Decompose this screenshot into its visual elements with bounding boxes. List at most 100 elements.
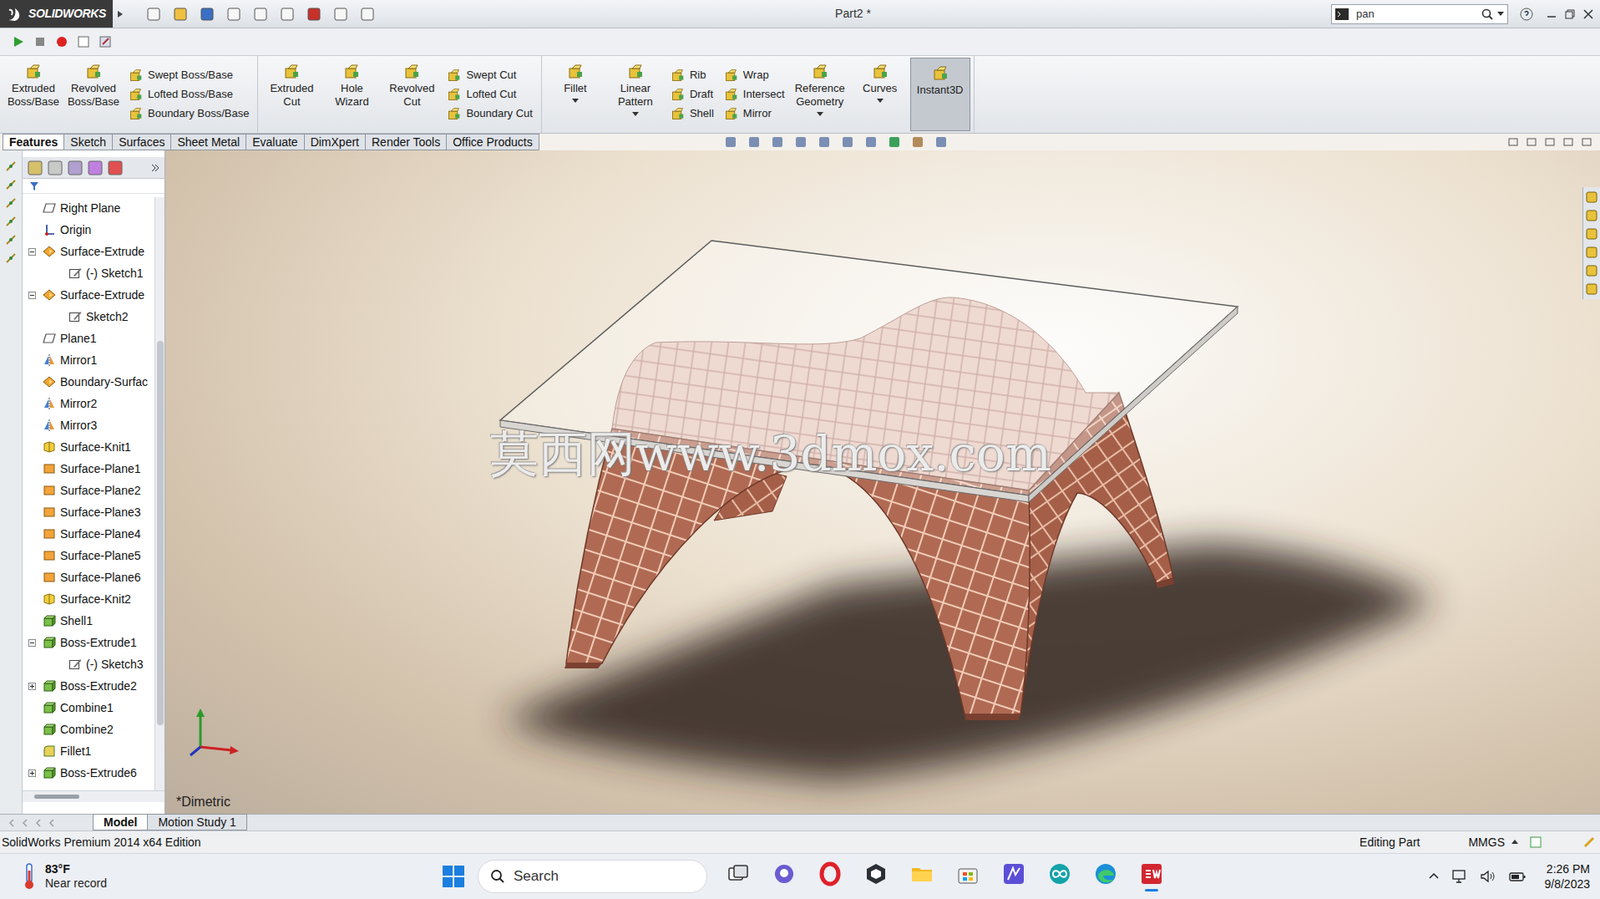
command-button[interactable]: Draft xyxy=(670,87,714,102)
first-tab-icon[interactable] xyxy=(6,817,17,828)
weather-widget[interactable]: 83°FNear record xyxy=(0,861,441,891)
tree-item[interactable]: Surface-Plane2 xyxy=(22,479,155,502)
zoom-area-icon[interactable] xyxy=(748,136,760,148)
command-tab[interactable]: Sketch xyxy=(63,133,113,151)
command-button[interactable]: Revolved Cut xyxy=(381,55,442,133)
tree-item[interactable]: Combine2 xyxy=(22,718,155,740)
vertical-scrollbar[interactable] xyxy=(154,197,165,790)
tree-item[interactable]: Surface-Extrude xyxy=(22,240,155,263)
next-tab-icon[interactable] xyxy=(33,817,44,828)
network-icon[interactable] xyxy=(1451,868,1469,884)
taskbar-app[interactable] xyxy=(771,860,797,892)
tree-item[interactable]: Boundary-Surfac xyxy=(22,370,155,393)
app-icon[interactable] xyxy=(1001,860,1027,887)
horizontal-scrollbar[interactable] xyxy=(22,789,165,802)
new-macro-icon[interactable] xyxy=(76,35,91,49)
command-button[interactable]: Wrap xyxy=(724,68,785,83)
file-properties-icon[interactable] xyxy=(333,6,349,22)
command-button[interactable]: Mirror xyxy=(724,106,785,122)
file-explorer-icon[interactable] xyxy=(1584,227,1599,241)
tree-item[interactable]: Right Plane xyxy=(22,197,155,219)
command-button[interactable]: Lofted Cut xyxy=(446,87,533,102)
tree-item[interactable]: Boss-Extrude6 xyxy=(22,761,155,784)
close-icon[interactable] xyxy=(1583,9,1594,20)
command-button[interactable]: Extruded Cut xyxy=(261,55,322,133)
view-orientation-icon[interactable] xyxy=(818,136,831,148)
custom-properties-icon[interactable] xyxy=(1584,282,1599,296)
previous-tab-icon[interactable] xyxy=(20,817,31,828)
taskbar-app[interactable] xyxy=(955,860,981,892)
command-button[interactable]: Fillet xyxy=(545,55,606,133)
property-manager-icon[interactable] xyxy=(47,160,63,176)
command-button[interactable]: Shell xyxy=(670,106,714,122)
menu-arrow-icon[interactable] xyxy=(116,10,125,19)
command-button[interactable]: Lofted Boss/Base xyxy=(128,87,249,102)
feature-icon[interactable] xyxy=(5,252,17,264)
status-help-icon[interactable] xyxy=(1529,835,1542,848)
feature-tree-icon[interactable] xyxy=(27,160,43,176)
edit-macro-icon[interactable] xyxy=(98,35,112,49)
display-manager-icon[interactable] xyxy=(107,160,123,176)
doc-minimize-icon[interactable] xyxy=(1544,136,1555,147)
view-settings-icon[interactable] xyxy=(935,136,947,148)
search-box[interactable]: pan xyxy=(1331,4,1509,25)
tree-item[interactable]: Boss-Extrude2 xyxy=(22,674,155,697)
smart-dimension-icon[interactable] xyxy=(5,160,17,173)
save-icon[interactable] xyxy=(199,6,215,22)
display-style-icon[interactable] xyxy=(841,136,854,148)
tree-item[interactable]: Plane1 xyxy=(22,327,155,350)
arduino-icon[interactable] xyxy=(1047,860,1073,887)
battery-icon[interactable] xyxy=(1508,868,1527,884)
last-tab-icon[interactable] xyxy=(46,817,57,828)
taskbar-app[interactable] xyxy=(1001,860,1027,892)
undo-icon[interactable] xyxy=(253,6,269,22)
command-button[interactable]: Boundary Cut xyxy=(446,106,533,122)
app-logo[interactable]: SOLIDWORKS xyxy=(0,0,113,28)
tree-item[interactable]: Surface-Plane5 xyxy=(22,544,155,567)
tree-item[interactable]: Sketch2 xyxy=(22,305,155,328)
appearances-icon[interactable] xyxy=(1584,263,1599,278)
taskbar-app[interactable] xyxy=(725,860,751,892)
command-button[interactable]: Swept Cut xyxy=(446,68,533,83)
taskbar-app[interactable] xyxy=(1047,860,1073,892)
command-button[interactable]: Rib xyxy=(670,68,714,83)
command-tab[interactable]: Render Tools xyxy=(364,133,447,151)
open-icon[interactable] xyxy=(172,6,188,22)
command-tab[interactable]: Evaluate xyxy=(245,133,304,151)
clock[interactable]: 2:26 PM9/8/2023 xyxy=(1544,860,1591,892)
taskbar-app[interactable] xyxy=(1139,860,1165,892)
dropdown-arrow-icon[interactable] xyxy=(572,98,579,104)
unity-icon[interactable] xyxy=(863,860,889,887)
command-button[interactable]: Curves xyxy=(850,55,911,133)
collapse-icon[interactable] xyxy=(28,248,36,256)
taskbar-app[interactable] xyxy=(909,860,935,892)
construction-icon[interactable] xyxy=(5,215,17,228)
command-button[interactable]: Extruded Boss/Base xyxy=(3,55,64,133)
command-button[interactable]: Reference Geometry xyxy=(789,55,851,133)
tree-item[interactable]: Origin xyxy=(22,218,155,241)
command-button[interactable]: Boundary Boss/Base xyxy=(128,106,249,122)
dropdown-arrow-icon[interactable] xyxy=(1497,11,1504,17)
help-icon[interactable] xyxy=(1519,7,1534,21)
view-palette-icon[interactable] xyxy=(1584,245,1599,259)
command-button[interactable]: Hole Wizard xyxy=(321,55,382,133)
tree-item[interactable]: Mirror2 xyxy=(22,392,155,415)
solidworks-icon[interactable] xyxy=(1139,860,1165,887)
taskbar-app[interactable] xyxy=(1093,860,1119,892)
tree-item[interactable]: Surface-Knit1 xyxy=(22,435,155,458)
print-icon[interactable] xyxy=(226,6,242,22)
command-button[interactable]: Linear Pattern xyxy=(605,55,666,133)
command-tab[interactable]: Office Products xyxy=(445,133,539,151)
tile-vertical-icon[interactable] xyxy=(1526,136,1537,147)
taskbar-app[interactable] xyxy=(817,860,843,892)
tree-item[interactable]: Surface-Plane3 xyxy=(22,501,155,523)
command-button[interactable]: Swept Boss/Base xyxy=(128,68,249,83)
windows-start-icon[interactable] xyxy=(440,863,466,889)
restore-icon[interactable] xyxy=(1564,9,1575,20)
file-explorer-icon[interactable] xyxy=(909,860,935,887)
command-button[interactable]: Intersect xyxy=(724,87,785,102)
taskbar-app[interactable] xyxy=(863,860,889,892)
store-icon[interactable] xyxy=(955,860,981,887)
bottom-tab[interactable]: Motion Study 1 xyxy=(146,813,247,831)
mate-icon[interactable] xyxy=(5,233,17,246)
